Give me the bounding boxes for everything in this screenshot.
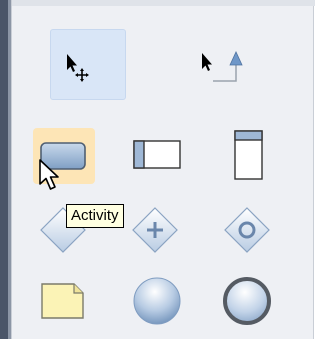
note-icon [41, 283, 84, 319]
pointer-connector-icon [202, 51, 243, 82]
pointer-move-icon [67, 54, 89, 82]
swimlane-horizontal-icon [133, 140, 181, 169]
swimlane-vertical-icon [234, 130, 263, 180]
tool-parallel-gateway[interactable] [121, 200, 187, 260]
tool-start-event[interactable] [127, 272, 187, 328]
start-event-icon [133, 277, 181, 325]
tool-swimlane-vertical[interactable] [218, 124, 278, 188]
tool-inclusive-gateway[interactable] [217, 200, 277, 260]
tool-pointer-move[interactable] [50, 29, 126, 100]
palette-top-edge [12, 0, 315, 6]
inclusive-gateway-icon [224, 207, 270, 253]
right-margin [314, 0, 325, 339]
tooltip: Activity [66, 204, 124, 228]
mouse-cursor-icon [39, 159, 59, 190]
tool-swimlane-horizontal[interactable] [127, 128, 187, 184]
tool-end-event[interactable] [217, 272, 277, 328]
tool-note[interactable] [33, 272, 93, 328]
tool-pointer-connector[interactable] [196, 29, 266, 100]
parallel-gateway-icon [132, 207, 178, 253]
left-panel-edge [0, 0, 11, 339]
end-event-icon [223, 277, 271, 325]
